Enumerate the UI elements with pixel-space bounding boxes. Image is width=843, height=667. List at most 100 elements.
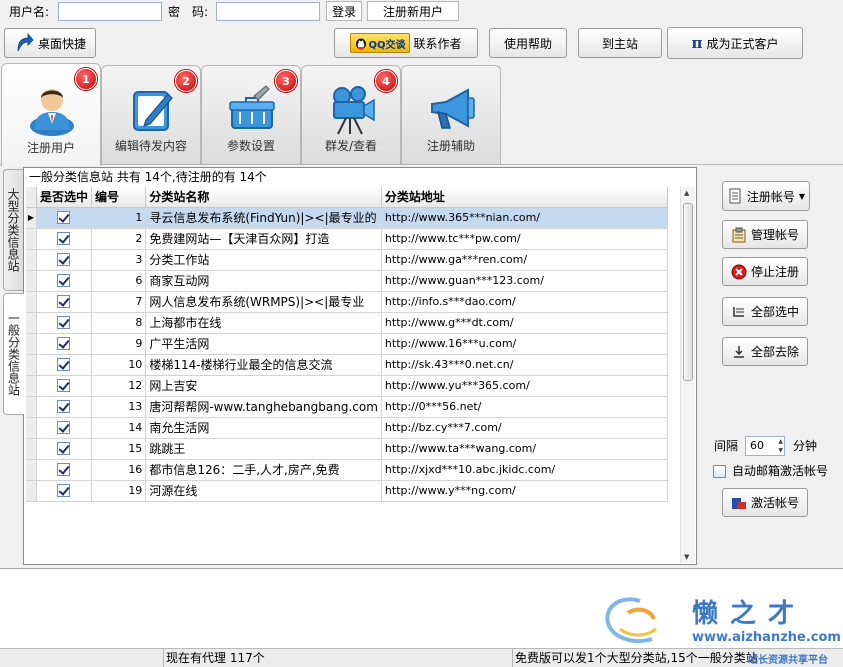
table-row[interactable]: 7 网人信息发布系统(WRMPS)|><|最专业 http://info.s***d… bbox=[26, 291, 668, 313]
auto-activate-checkbox[interactable] bbox=[713, 465, 726, 478]
row-checkbox[interactable] bbox=[57, 379, 71, 393]
table-row[interactable]: 15 跳跳王 http://www.ta***wang.com/ bbox=[26, 438, 668, 460]
row-checkbox[interactable] bbox=[57, 232, 71, 246]
become-customer-label: 成为正式客户 bbox=[706, 36, 779, 51]
row-checkbox-cell[interactable] bbox=[36, 207, 92, 229]
interval-value: 60 bbox=[750, 439, 764, 452]
row-checkbox[interactable] bbox=[57, 316, 71, 330]
table-row[interactable]: 10 楼梯114-楼梯行业最全的信息交流 http://sk.43***0.net.… bbox=[26, 354, 668, 376]
row-site-url: http://www.ta***wang.com/ bbox=[381, 438, 668, 460]
help-button[interactable]: 使用帮助 bbox=[489, 28, 567, 58]
register-new-user-button[interactable]: 注册新用户 bbox=[367, 1, 459, 21]
password-input[interactable] bbox=[216, 2, 320, 21]
row-checkbox[interactable] bbox=[57, 274, 71, 288]
row-indicator[interactable] bbox=[26, 270, 37, 292]
table-row[interactable]: 8 上海都市在线 http://www.g***dt.com/ bbox=[26, 312, 668, 334]
table-row[interactable]: 19 河源在线 http://www.y***ng.com/ bbox=[26, 480, 668, 502]
register-account-dropdown[interactable]: 注册帐号 ▼ bbox=[722, 181, 810, 211]
column-header-id[interactable]: 编号 bbox=[91, 187, 147, 208]
row-checkbox-cell[interactable] bbox=[36, 270, 92, 292]
side-tab-general-sites[interactable]: 一般分类信息站 bbox=[3, 293, 24, 415]
row-checkbox-cell[interactable] bbox=[36, 438, 92, 460]
log-area[interactable]: 懒之才 www.aizhanzhe.com bbox=[0, 568, 843, 648]
row-indicator[interactable] bbox=[26, 375, 37, 397]
column-header-url[interactable]: 分类站地址 bbox=[381, 187, 668, 208]
row-indicator[interactable] bbox=[26, 228, 37, 250]
row-checkbox-cell[interactable] bbox=[36, 459, 92, 481]
row-checkbox[interactable] bbox=[57, 295, 71, 309]
manage-account-button[interactable]: 管理帐号 bbox=[722, 220, 808, 249]
table-row[interactable]: 2 免费建网站—【天津百众网】打造 http://www.tc***pw.com/ bbox=[26, 228, 668, 250]
row-checkbox-cell[interactable] bbox=[36, 396, 92, 418]
activate-account-button[interactable]: 激活帐号 bbox=[722, 488, 808, 517]
row-checkbox-cell[interactable] bbox=[36, 291, 92, 313]
spinner-arrows-icon[interactable]: ▲ ▼ bbox=[778, 437, 783, 455]
row-checkbox-cell[interactable] bbox=[36, 375, 92, 397]
row-checkbox-cell[interactable] bbox=[36, 417, 92, 439]
row-site-name: 网人信息发布系统(WRMPS)|><|最专业 bbox=[145, 291, 382, 313]
row-checkbox-cell[interactable] bbox=[36, 228, 92, 250]
tab-broadcast[interactable]: 4 群发/查看 bbox=[301, 65, 401, 164]
row-checkbox[interactable] bbox=[57, 442, 71, 456]
table-row[interactable]: 9 广平生活网 http://www.16***u.com/ bbox=[26, 333, 668, 355]
table-row[interactable]: 3 分类工作站 http://www.ga***ren.com/ bbox=[26, 249, 668, 271]
password-label: 密 码: bbox=[168, 5, 209, 19]
row-indicator[interactable]: ▶ bbox=[26, 207, 37, 229]
select-all-button[interactable]: 全部选中 bbox=[722, 297, 808, 326]
column-header-selected[interactable]: 是否选中 bbox=[36, 187, 92, 208]
row-checkbox-cell[interactable] bbox=[36, 480, 92, 502]
become-customer-button[interactable]: π 成为正式客户 bbox=[667, 27, 803, 59]
row-checkbox[interactable] bbox=[57, 484, 71, 498]
row-checkbox[interactable] bbox=[57, 358, 71, 372]
row-indicator[interactable] bbox=[26, 438, 37, 460]
row-checkbox[interactable] bbox=[57, 421, 71, 435]
row-indicator[interactable] bbox=[26, 480, 37, 502]
row-indicator[interactable] bbox=[26, 249, 37, 271]
deselect-all-button[interactable]: 全部去除 bbox=[722, 337, 808, 366]
row-site-url: http://bz.cy***7.com/ bbox=[381, 417, 668, 439]
qq-chat-label: QQ交谈 bbox=[368, 39, 406, 51]
username-input[interactable] bbox=[58, 2, 162, 21]
table-row[interactable]: 12 网上吉安 http://www.yu***365.com/ bbox=[26, 375, 668, 397]
row-checkbox-cell[interactable] bbox=[36, 354, 92, 376]
scroll-up-icon[interactable]: ▲ bbox=[684, 189, 689, 197]
main-site-button[interactable]: 到主站 bbox=[578, 28, 662, 58]
row-checkbox[interactable] bbox=[57, 253, 71, 267]
tab-register-assist[interactable]: 注册辅助 bbox=[401, 65, 501, 164]
table-row[interactable]: ▶ 1 寻云信息发布系统(FindYun)|><|最专业的 http://www.36… bbox=[26, 207, 668, 229]
row-site-url: http://www.g***dt.com/ bbox=[381, 312, 668, 334]
scroll-down-icon[interactable]: ▼ bbox=[684, 553, 689, 561]
column-header-name[interactable]: 分类站名称 bbox=[145, 187, 382, 208]
side-tab-large-sites[interactable]: 大型分类信息站 bbox=[3, 169, 23, 291]
row-id: 14 bbox=[91, 417, 147, 439]
table-row[interactable]: 13 唐河帮帮网-www.tanghebangbang.com http://0**… bbox=[26, 396, 668, 418]
row-checkbox-cell[interactable] bbox=[36, 333, 92, 355]
row-checkbox-cell[interactable] bbox=[36, 249, 92, 271]
stop-register-button[interactable]: 停止注册 bbox=[722, 257, 808, 286]
desktop-shortcut-button[interactable]: 桌面快捷 bbox=[4, 28, 96, 58]
row-checkbox[interactable] bbox=[57, 400, 71, 414]
tab-edit-content[interactable]: 2 编辑待发内容 bbox=[101, 65, 201, 164]
row-checkbox[interactable] bbox=[57, 337, 71, 351]
scroll-thumb[interactable] bbox=[683, 203, 693, 381]
row-indicator[interactable] bbox=[26, 396, 37, 418]
grid-scrollbar[interactable]: ▲ ▼ bbox=[680, 187, 695, 563]
data-grid[interactable]: 是否选中 编号 分类站名称 分类站地址 ▶ 1 寻云信息发布系统(FindYun)|… bbox=[26, 187, 668, 522]
table-row[interactable]: 16 都市信息126：二手,人才,房产,免费 http://xjxd***10.ab… bbox=[26, 459, 668, 481]
row-indicator[interactable] bbox=[26, 312, 37, 334]
row-checkbox[interactable] bbox=[57, 211, 71, 225]
row-indicator[interactable] bbox=[26, 291, 37, 313]
row-indicator[interactable] bbox=[26, 417, 37, 439]
row-checkbox[interactable] bbox=[57, 463, 71, 477]
table-row[interactable]: 14 南允生活网 http://bz.cy***7.com/ bbox=[26, 417, 668, 439]
row-indicator[interactable] bbox=[26, 354, 37, 376]
tab-register-user[interactable]: 1 注册用户 bbox=[1, 63, 101, 166]
row-indicator[interactable] bbox=[26, 333, 37, 355]
row-checkbox-cell[interactable] bbox=[36, 312, 92, 334]
tab-settings[interactable]: 3 参数设置 bbox=[201, 65, 301, 164]
login-button[interactable]: 登录 bbox=[326, 1, 362, 21]
interval-spinner[interactable]: 60 ▲ ▼ bbox=[745, 436, 785, 456]
row-indicator[interactable] bbox=[26, 459, 37, 481]
table-row[interactable]: 6 商家互动网 http://www.guan***123.com/ bbox=[26, 270, 668, 292]
contact-author-button[interactable]: QQ交谈 联系作者 bbox=[334, 28, 478, 58]
